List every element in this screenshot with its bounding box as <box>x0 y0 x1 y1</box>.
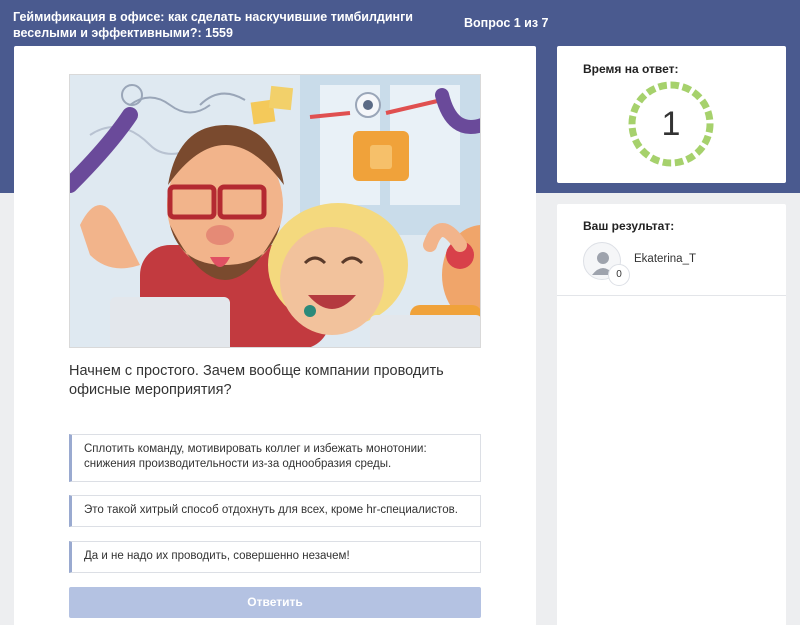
question-counter: Вопрос 1 из 7 <box>464 16 549 30</box>
timer-label: Время на ответ: <box>583 62 679 76</box>
answer-option-3[interactable]: Да и не надо их проводить, совершенно не… <box>69 541 481 573</box>
question-card: Начнем с простого. Зачем вообще компании… <box>14 46 536 625</box>
user-name: Ekaterina_T <box>634 253 697 265</box>
score-badge: 0 <box>608 264 630 286</box>
submit-answer-button[interactable]: Ответить <box>69 587 481 618</box>
result-divider <box>557 295 786 296</box>
timer-value: 1 <box>661 105 681 143</box>
office-team-illustration <box>69 74 481 348</box>
result-card: Ваш результат: 0 Ekaterina_T <box>557 204 786 625</box>
question-text: Начнем с простого. Зачем вообще компании… <box>69 363 444 398</box>
timer-card: Время на ответ: 1 <box>557 46 786 183</box>
result-label: Ваш результат: <box>583 219 675 233</box>
answer-option-2[interactable]: Это такой хитрый способ отдохнуть для вс… <box>69 495 481 527</box>
answer-option-1[interactable]: Сплотить команду, мотивировать коллег и … <box>69 434 481 482</box>
quiz-title: Геймификация в офисе: как сделать наскуч… <box>13 10 413 40</box>
